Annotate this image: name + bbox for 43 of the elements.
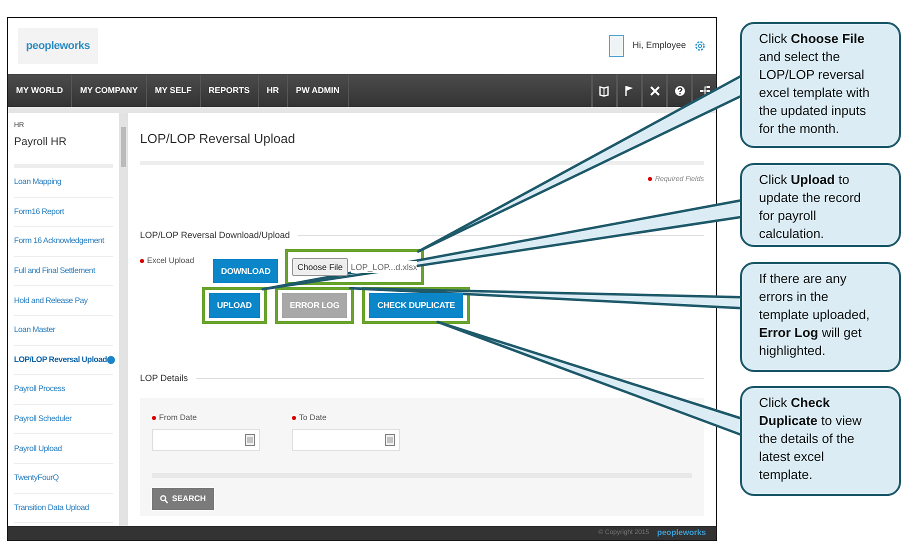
search-icon — [160, 494, 168, 504]
sidebar-item[interactable]: Form16 Report — [14, 198, 113, 228]
sidebar-item[interactable]: LOP/LOP Reversal Upload — [14, 346, 113, 376]
required-icon — [292, 416, 296, 420]
callout-bubble: Click Check Duplicate to view the details of the latest excel template. — [740, 386, 901, 496]
file-name: LOP_LOP...d.xlsx — [350, 260, 418, 274]
scrollbar-thumb[interactable] — [121, 127, 126, 167]
sidebar-title: Payroll HR — [14, 134, 113, 168]
required-icon — [648, 176, 652, 181]
footer-logo: peopleworks — [657, 527, 706, 539]
calendar-icon[interactable] — [385, 434, 395, 446]
section-legend: LOP Details — [140, 372, 188, 386]
greeting: Hi, Employee — [632, 39, 686, 52]
required-icon — [152, 416, 156, 420]
date-field[interactable] — [152, 428, 260, 450]
search-button[interactable]: SEARCH — [152, 488, 214, 510]
required-icon — [140, 258, 144, 262]
action-button[interactable]: UPLOAD — [209, 293, 260, 318]
field-label: To Date — [299, 412, 327, 424]
sidebar-item[interactable]: Payroll Scheduler — [14, 404, 113, 434]
callout-bubble: Click Upload to update the record for payroll calculation. — [740, 163, 901, 247]
callout-bubble: Click Choose File and select the LOP/LOP reversal excel template with the updated inputs for the month. — [740, 22, 901, 148]
sidebar-item[interactable]: Transition Data Upload — [14, 494, 113, 524]
field-label: From Date — [159, 412, 197, 424]
download-button[interactable]: DOWNLOAD — [213, 258, 278, 284]
sidebar-item[interactable]: TwentyFourQ — [14, 464, 113, 494]
sidebar-item[interactable]: Full and Final Settlement — [14, 256, 113, 286]
section-legend: LOP/LOP Reversal Download/Upload — [140, 229, 290, 242]
calendar-icon[interactable] — [245, 434, 255, 446]
sidebar-item[interactable]: Form 16 Acknowledgement — [14, 227, 113, 257]
sidebar-item[interactable]: Payroll Upload — [14, 434, 113, 464]
date-field[interactable] — [292, 428, 400, 450]
choose-file-button[interactable]: Choose File — [292, 258, 348, 276]
logo[interactable]: peopleworks — [18, 28, 98, 64]
sidebar-item[interactable]: Loan Master — [14, 316, 113, 346]
sidebar-item[interactable]: Hold and Release Pay — [14, 286, 113, 316]
settings-icon[interactable] — [694, 40, 706, 52]
action-button[interactable]: CHECK DUPLICATE — [369, 293, 463, 318]
sidebar-item[interactable]: Payroll Process — [14, 375, 113, 405]
field-label: Excel Upload — [147, 254, 194, 266]
sidebar-item[interactable]: Loan Mapping — [14, 168, 113, 198]
avatar-placeholder — [609, 35, 624, 57]
callout-bubble: If there are any errors in the template uploaded, Error Log will get highlighted. — [740, 262, 901, 372]
